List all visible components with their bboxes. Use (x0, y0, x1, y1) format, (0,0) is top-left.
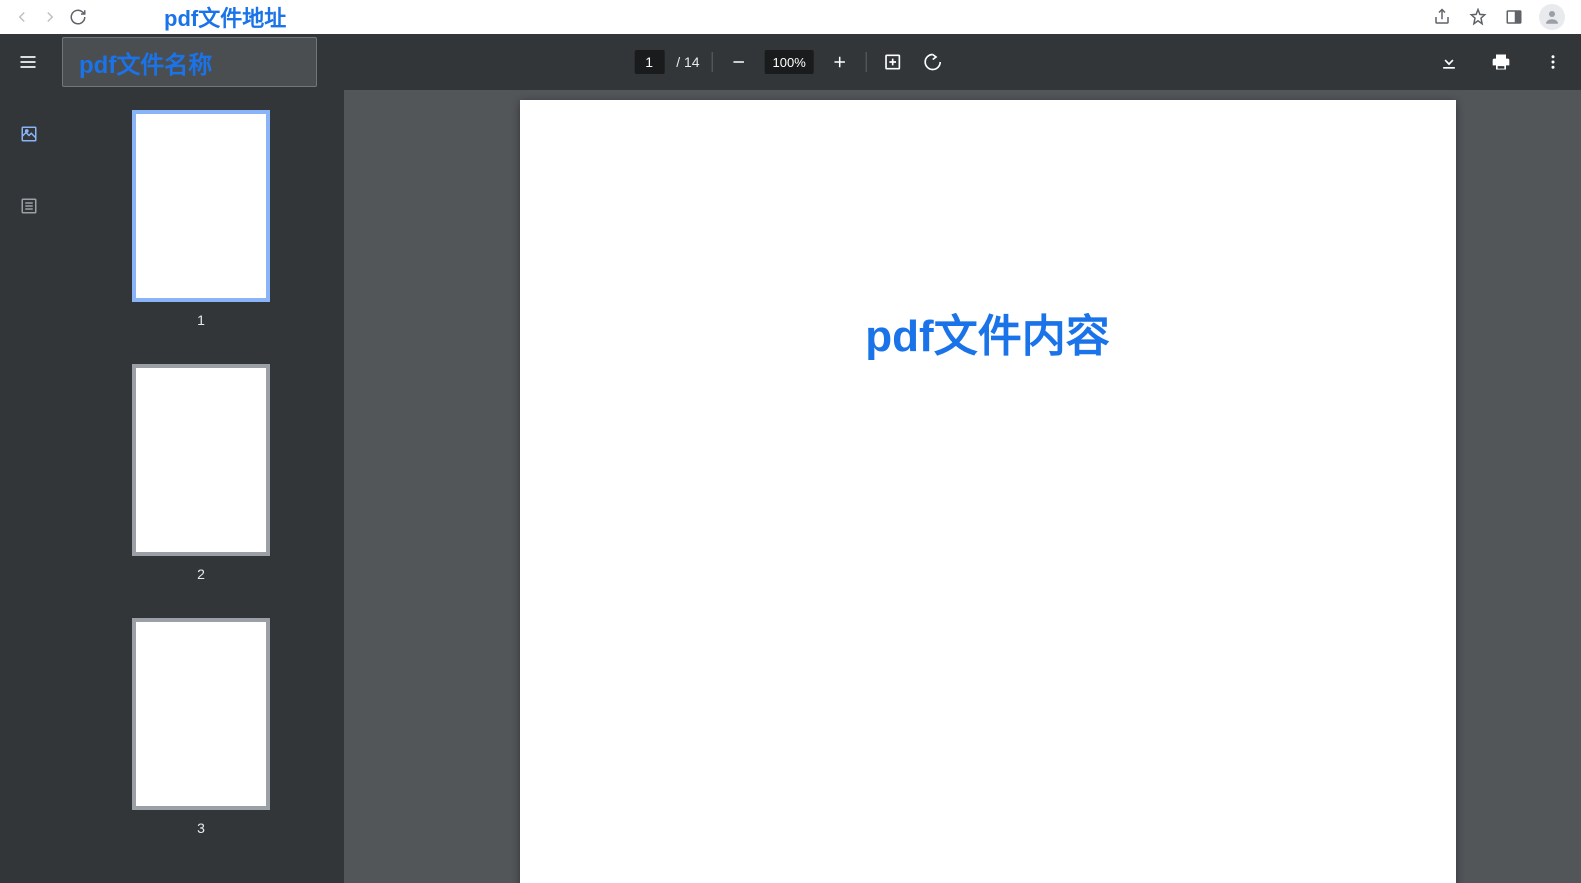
fit-page-button[interactable] (879, 48, 907, 76)
page-input[interactable] (634, 50, 664, 74)
forward-button[interactable] (36, 3, 64, 31)
page-sheet: pdf文件内容 (520, 100, 1456, 883)
divider (866, 52, 867, 72)
reload-button[interactable] (64, 3, 92, 31)
thumbnail-item[interactable]: 2 (58, 364, 344, 582)
zoom-in-button[interactable] (826, 48, 854, 76)
rotate-button[interactable] (919, 48, 947, 76)
zoom-out-button[interactable] (725, 48, 753, 76)
divider (712, 52, 713, 72)
download-button[interactable] (1435, 48, 1463, 76)
profile-avatar[interactable] (1539, 4, 1565, 30)
filename-box: pdf文件名称 (62, 37, 317, 87)
more-button[interactable] (1539, 48, 1567, 76)
browser-chrome: pdf文件地址 (0, 0, 1581, 34)
browser-actions (1431, 4, 1573, 30)
thumbnail-label: 3 (197, 820, 205, 836)
print-button[interactable] (1487, 48, 1515, 76)
page-total: / 14 (676, 54, 699, 70)
menu-button[interactable] (14, 48, 42, 76)
thumbnail-item[interactable]: 1 (58, 110, 344, 328)
outline-icon[interactable] (17, 194, 41, 218)
thumbnail-label: 2 (197, 566, 205, 582)
panel-icon[interactable] (1503, 6, 1525, 28)
page-view[interactable]: pdf文件内容 (344, 90, 1581, 883)
filename-text: pdf文件名称 (79, 45, 212, 80)
pdf-main: 1 2 3 pdf文件内容 (0, 90, 1581, 883)
thumbnail-page (132, 618, 270, 810)
address-bar[interactable]: pdf文件地址 (104, 3, 534, 31)
page-content: pdf文件内容 (520, 300, 1456, 364)
back-button[interactable] (8, 3, 36, 31)
thumbnail-page (132, 110, 270, 302)
bookmark-icon[interactable] (1467, 6, 1489, 28)
thumbnail-panel[interactable]: 1 2 3 (58, 90, 344, 883)
address-text: pdf文件地址 (164, 1, 286, 33)
share-icon[interactable] (1431, 6, 1453, 28)
thumbnail-page (132, 364, 270, 556)
zoom-level[interactable]: 100% (765, 50, 814, 74)
thumbnail-label: 1 (197, 312, 205, 328)
thumbnails-icon[interactable] (17, 122, 41, 146)
pdf-toolbar: pdf文件名称 / 14 100% (0, 34, 1581, 90)
toolbar-center: / 14 100% (634, 48, 947, 76)
thumbnail-item[interactable]: 3 (58, 618, 344, 836)
toolbar-right (1435, 48, 1567, 76)
tool-rail (0, 90, 58, 883)
